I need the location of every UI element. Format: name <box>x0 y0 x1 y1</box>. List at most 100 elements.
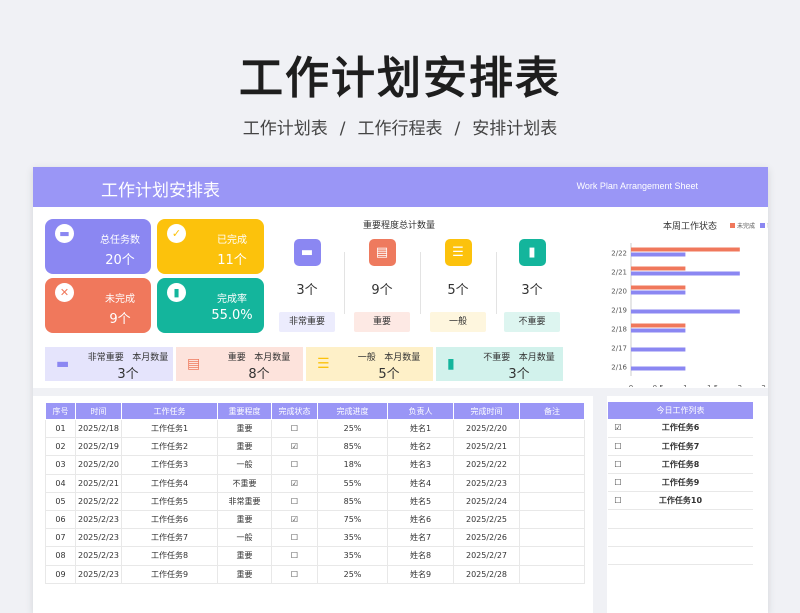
table-cell: 姓名3 <box>387 455 454 475</box>
category-label: 2/19 <box>611 307 627 315</box>
table-cell: 85% <box>317 492 388 511</box>
table-cell: 2025/2/25 <box>453 510 520 530</box>
importance-tag: 重要 <box>354 312 410 332</box>
table-cell <box>519 437 585 457</box>
table-row: 02 2025/2/19 工作任务2 重要 ☑ 85% 姓名2 2025/2/21 <box>45 437 585 457</box>
table-cell: 2025/2/20 <box>75 455 122 475</box>
bar-incomplete <box>631 323 686 328</box>
table-cell: 07 <box>45 528 76 548</box>
list-item: ☐ 工作任务9 <box>608 473 753 493</box>
table-cell: 工作任务2 <box>121 437 218 457</box>
table-cell: 姓名1 <box>387 419 454 439</box>
table-cell: 25% <box>317 565 388 584</box>
task-table: 序号 时间 工作任务 重要程度 完成状态 完成进度 负责人 完成时间 备注 01… <box>45 402 585 584</box>
status-checkbox[interactable]: ☐ <box>271 528 318 548</box>
importance-important: ▤ 9个 重要 <box>346 239 418 332</box>
status-checkbox[interactable]: ☐ <box>271 492 318 511</box>
table-cell: 工作任务4 <box>121 474 218 493</box>
today-checkbox[interactable] <box>608 509 628 529</box>
table-cell <box>519 492 585 511</box>
status-checkbox[interactable]: ☑ <box>271 474 318 493</box>
bar-chart-icon: ▮ <box>518 239 546 266</box>
table-cell: 重要 <box>217 437 272 457</box>
table-header-row: 序号 时间 工作任务 重要程度 完成状态 完成进度 负责人 完成时间 备注 <box>45 402 585 420</box>
x-tick-label: 0.5 <box>653 384 664 387</box>
briefcase-icon: ▬ <box>56 356 70 372</box>
legend-swatch <box>760 223 765 228</box>
column-header: 负责人 <box>387 402 454 420</box>
subtitle-item: 安排计划表 <box>472 119 558 139</box>
bar-incomplete <box>631 266 686 271</box>
today-checkbox[interactable]: ☐ <box>608 455 628 475</box>
status-checkbox[interactable]: ☐ <box>271 565 318 584</box>
today-checkbox[interactable]: ☑ <box>608 419 628 438</box>
table-cell: 工作任务3 <box>121 455 218 475</box>
monthly-label: 重要 本月数量 <box>227 353 291 363</box>
x-tick-label: 1 <box>683 384 687 387</box>
list-item <box>608 509 753 529</box>
table-cell <box>519 419 585 439</box>
table-cell: 2025/2/23 <box>75 565 122 584</box>
today-task-name: 工作任务6 <box>628 419 753 438</box>
column-header: 完成时间 <box>453 402 520 420</box>
table-cell: 姓名9 <box>387 565 454 584</box>
today-checkbox[interactable] <box>608 528 628 547</box>
table-cell: 18% <box>317 455 388 475</box>
table-cell: 2025/2/19 <box>75 437 122 457</box>
table-cell: 工作任务9 <box>121 565 218 584</box>
status-checkbox[interactable]: ☐ <box>271 419 318 439</box>
table-cell: 工作任务1 <box>121 419 218 439</box>
category-label: 2/16 <box>611 364 627 372</box>
table-cell: 2025/2/22 <box>453 455 520 475</box>
table-cell: 工作任务8 <box>121 546 218 566</box>
today-checkbox[interactable]: ☐ <box>608 437 628 456</box>
bar-chart-icon: ▮ <box>447 356 455 372</box>
card-value: 11个 <box>217 253 247 268</box>
monthly-value: 8个 <box>248 367 270 382</box>
table-row: 06 2025/2/23 工作任务6 重要 ☑ 75% 姓名6 2025/2/25 <box>45 510 585 530</box>
chart-title: 本周工作状态 <box>663 220 717 232</box>
today-list-title: 今日工作列表 <box>608 402 753 419</box>
table-cell: 2025/2/28 <box>453 565 520 584</box>
table-cell: 55% <box>317 474 388 493</box>
status-checkbox[interactable]: ☐ <box>271 455 318 475</box>
x-tick-label: 0 <box>629 384 633 387</box>
list-item: ☐ 工作任务8 <box>608 455 753 475</box>
weekly-status-chart: 本周工作状态 未完成 已完成 2/22 2/21 2/20 2/19 2/18 2/17 2/16… <box>571 217 768 392</box>
table-cell: 2025/2/22 <box>75 492 122 511</box>
table-cell <box>519 455 585 475</box>
table-cell: 工作任务6 <box>121 510 218 530</box>
bar-complete <box>631 366 686 371</box>
importance-tag: 不重要 <box>504 312 560 332</box>
page-subtitle: 工作计划表 / 工作行程表 / 安排计划表 <box>0 114 800 139</box>
status-checkbox[interactable]: ☑ <box>271 437 318 457</box>
table-cell: 75% <box>317 510 388 530</box>
table-cell <box>519 510 585 530</box>
importance-unimportant: ▮ 3个 不重要 <box>496 239 568 332</box>
monthly-normal: ☰ 一般 本月数量 5个 <box>306 347 433 382</box>
spreadsheet-panel: 工作计划安排表 Work Plan Arrangement Sheet ▬ 总任… <box>33 167 768 613</box>
table-cell: 重要 <box>217 546 272 566</box>
table-cell: 姓名4 <box>387 474 454 493</box>
today-checkbox[interactable] <box>608 546 628 566</box>
briefcase-icon: ▬ <box>55 224 74 243</box>
category-label: 2/17 <box>611 345 627 353</box>
importance-count: 5个 <box>447 283 469 298</box>
card-value: 55.0% <box>211 308 253 323</box>
list-item: ☑ 工作任务6 <box>608 419 753 438</box>
legend-label: 未完成 <box>737 222 755 230</box>
importance-very-important: ▬ 3个 非常重要 <box>271 239 343 332</box>
today-checkbox[interactable]: ☐ <box>608 491 628 511</box>
category-label: 2/22 <box>611 250 627 258</box>
close-icon: ✕ <box>55 283 74 302</box>
table-cell <box>519 528 585 548</box>
status-checkbox[interactable]: ☐ <box>271 546 318 566</box>
status-checkbox[interactable]: ☑ <box>271 510 318 530</box>
total-tasks-card: ▬ 总任务数 20个 <box>45 219 151 274</box>
table-cell: 姓名6 <box>387 510 454 530</box>
check-icon: ✓ <box>167 224 186 243</box>
monthly-label: 非常重要 本月数量 <box>87 353 169 363</box>
today-checkbox[interactable]: ☐ <box>608 473 628 493</box>
divider <box>420 252 421 314</box>
importance-count: 3个 <box>521 283 543 298</box>
